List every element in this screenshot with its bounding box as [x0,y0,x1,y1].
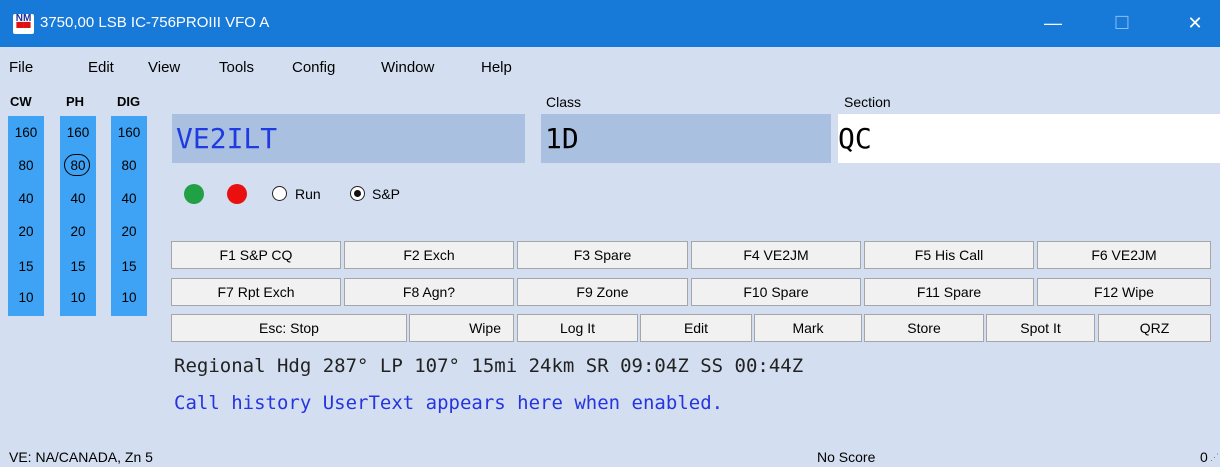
band-cw-160[interactable]: 160 [8,125,44,140]
band-ph-15[interactable]: 15 [60,259,96,274]
band-dig-80[interactable]: 80 [111,158,147,173]
sp-radio-label[interactable]: S&P [372,186,400,202]
menu-help[interactable]: Help [481,59,512,76]
qrz-button[interactable]: QRZ [1098,314,1211,342]
sp-radio[interactable] [350,186,365,201]
band-ph-40[interactable]: 40 [60,191,96,206]
f2-button[interactable]: F2 Exch [344,241,514,269]
f12-button[interactable]: F12 Wipe [1037,278,1211,306]
callsign-input[interactable]: VE2ILT [172,114,525,163]
f10-button[interactable]: F10 Spare [691,278,861,306]
band-dig-40[interactable]: 40 [111,191,147,206]
menu-edit[interactable]: Edit [88,59,114,76]
status-count: 0 [1200,449,1208,465]
close-icon: ✕ [1187,13,1203,33]
wipe-button[interactable]: Wipe [409,314,514,342]
maximize-button[interactable]: ☐ [1099,0,1145,47]
band-header-cw: CW [10,94,32,109]
green-status-led [184,184,204,204]
class-input[interactable]: 1D [541,114,831,163]
close-button[interactable]: ✕ [1172,0,1218,47]
call-history-user-text: Call history UserText appears here when … [174,392,724,414]
store-button[interactable]: Store [864,314,984,342]
band-ph-10[interactable]: 10 [60,290,96,305]
f4-button[interactable]: F4 VE2JM [691,241,861,269]
f11-button[interactable]: F11 Spare [864,278,1034,306]
title-bar: NM ▀▀ 3750,00 LSB IC-756PROIII VFO A — ☐… [0,0,1220,47]
run-radio-label[interactable]: Run [295,186,321,202]
app-logo-mark: ▀▀ [16,23,31,34]
band-column-ph: 160 80 40 20 15 10 [60,116,96,316]
edit-button[interactable]: Edit [640,314,752,342]
maximize-icon: ☐ [1113,13,1131,33]
f9-button[interactable]: F9 Zone [517,278,688,306]
band-dig-15[interactable]: 15 [111,259,147,274]
menu-file[interactable]: File [9,59,33,76]
band-header-ph: PH [66,94,85,109]
window-title: 3750,00 LSB IC-756PROIII VFO A [40,14,270,31]
f7-button[interactable]: F7 Rpt Exch [171,278,341,306]
band-cw-15[interactable]: 15 [8,259,44,274]
menu-config[interactable]: Config [292,59,335,76]
f8-button[interactable]: F8 Agn? [344,278,514,306]
band-column-cw: 160 80 40 20 15 10 [8,116,44,316]
spot-it-button[interactable]: Spot It [986,314,1095,342]
band-header-dig: DIG [117,94,141,109]
menu-bar: File Edit View Tools Config Window Help [0,52,1220,82]
bearing-info: Regional Hdg 287° LP 107° 15mi 24km SR 0… [174,355,804,377]
log-it-button[interactable]: Log It [517,314,638,342]
band-ph-20[interactable]: 20 [60,224,96,239]
band-cw-20[interactable]: 20 [8,224,44,239]
band-ph-80[interactable]: 80 [60,158,96,173]
band-cw-40[interactable]: 40 [8,191,44,206]
esc-stop-button[interactable]: Esc: Stop [171,314,407,342]
band-dig-20[interactable]: 20 [111,224,147,239]
menu-view[interactable]: View [148,59,180,76]
menu-window[interactable]: Window [381,59,434,76]
app-logo: NM ▀▀ [13,14,34,34]
section-label: Section [844,94,891,110]
status-score: No Score [817,449,876,465]
band-column-dig: 160 80 40 20 15 10 [111,116,147,316]
red-status-led [227,184,247,204]
run-radio[interactable] [272,186,287,201]
section-input[interactable]: QC [838,114,1220,163]
band-cw-80[interactable]: 80 [8,158,44,173]
menu-tools[interactable]: Tools [219,59,254,76]
minimize-icon: — [1044,13,1062,33]
resize-grip-icon[interactable]: ⋰ [1210,452,1219,463]
f5-button[interactable]: F5 His Call [864,241,1034,269]
band-dig-160[interactable]: 160 [111,125,147,140]
f6-button[interactable]: F6 VE2JM [1037,241,1211,269]
mark-button[interactable]: Mark [754,314,862,342]
class-label: Class [546,94,582,110]
band-cw-10[interactable]: 10 [8,290,44,305]
band-ph-160[interactable]: 160 [60,125,96,140]
f1-button[interactable]: F1 S&P CQ [171,241,341,269]
status-country-zone: VE: NA/CANADA, Zn 5 [9,449,153,465]
minimize-button[interactable]: — [1030,0,1076,47]
band-dig-10[interactable]: 10 [111,290,147,305]
f3-button[interactable]: F3 Spare [517,241,688,269]
sp-radio-dot [354,190,361,197]
